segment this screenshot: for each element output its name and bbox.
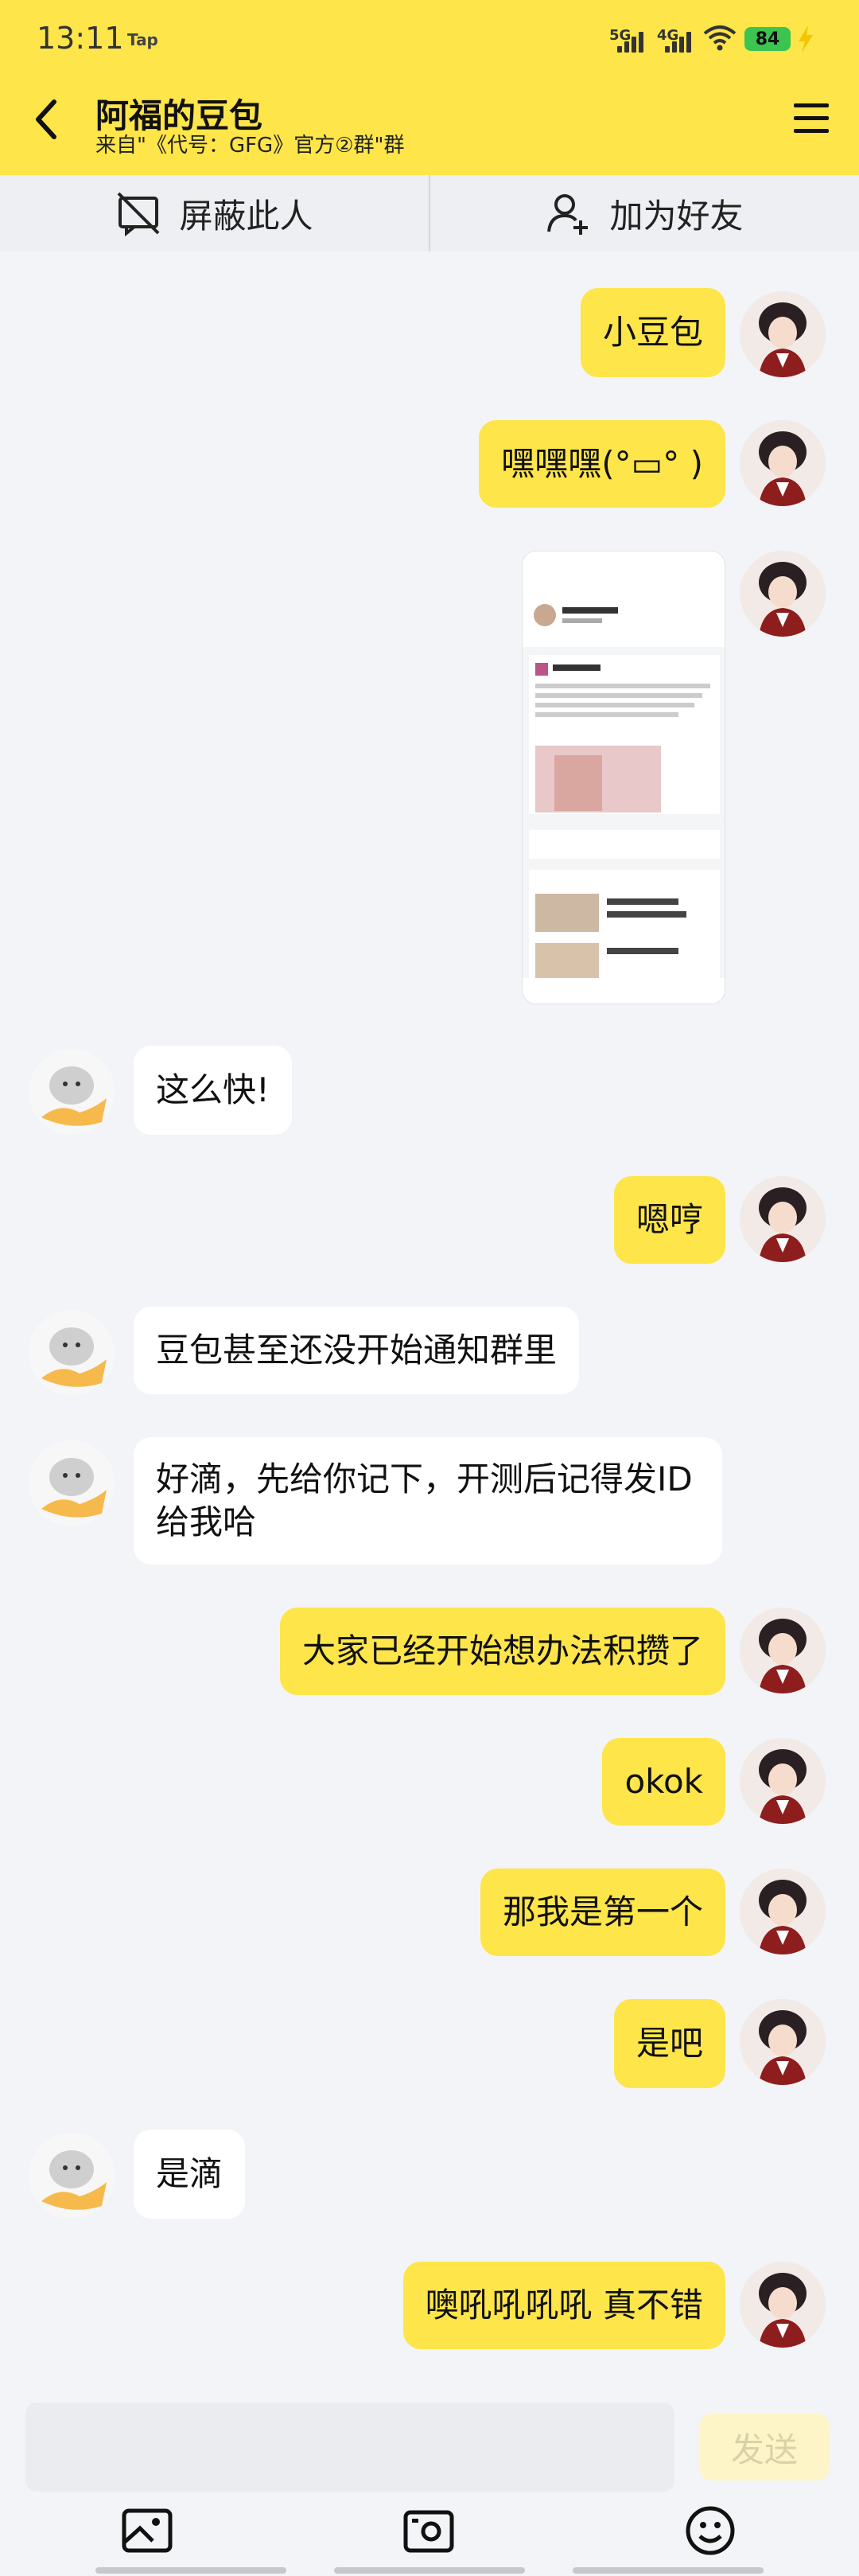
my-avatar[interactable]: [740, 420, 826, 506]
message-input[interactable]: [25, 2403, 674, 2492]
contact-avatar[interactable]: [29, 1049, 115, 1135]
message-bubble-me[interactable]: 嘿嘿嘿(°▭° ): [479, 420, 725, 508]
message-bubble-other[interactable]: 这么快!: [134, 1046, 292, 1135]
shared-screenshot-image[interactable]: [522, 551, 725, 1004]
message-bubble-me[interactable]: okok: [602, 1738, 725, 1826]
wifi-icon: [703, 25, 737, 51]
avatar-image: [740, 1608, 826, 1693]
input-bar: 发送: [0, 2383, 859, 2576]
contact-avatar[interactable]: [29, 1440, 115, 1526]
message-bubble-other[interactable]: 豆包甚至还没开始通知群里: [134, 1307, 580, 1394]
image-icon[interactable]: [119, 2503, 175, 2558]
contact-avatar[interactable]: [29, 2133, 115, 2219]
avatar-image: [740, 551, 826, 637]
status-app-tag: Tap: [127, 30, 158, 49]
top-bar: 13:11 Tap 5G 4G 84 阿福的豆包 来自"《代号：GFG》官方②群…: [0, 0, 859, 175]
camera-icon[interactable]: [401, 2503, 457, 2558]
status-time: 13:11: [37, 21, 124, 56]
back-arrow-icon[interactable]: [30, 95, 62, 143]
signal-5g-icon: [617, 27, 649, 53]
message-bubble-me[interactable]: 小豆包: [580, 288, 725, 377]
nav-indicator: [334, 2567, 525, 2574]
add-friend-label: 加为好友: [609, 196, 744, 236]
menu-icon[interactable]: [794, 103, 829, 135]
avatar-image: [740, 1999, 826, 2085]
avatar-image: [29, 2133, 115, 2219]
message-bubble-other[interactable]: 是滴: [134, 2130, 246, 2219]
my-avatar[interactable]: [740, 291, 826, 377]
avatar-image: [740, 1176, 826, 1262]
avatar-image: [740, 1869, 826, 1954]
avatar-image: [740, 291, 826, 377]
battery-indicator: 84: [744, 27, 791, 51]
contact-avatar[interactable]: [29, 1310, 115, 1396]
page-subtitle: 来自"《代号：GFG》官方②群"群: [95, 134, 405, 158]
message-bubble-other[interactable]: 好滴，先给你记下，开测后记得发ID给我哈: [134, 1437, 722, 1565]
block-icon: [118, 192, 160, 236]
avatar-image: [29, 1310, 115, 1396]
action-bar: 屏蔽此人 加为好友: [0, 175, 859, 251]
add-friend-icon: [547, 194, 589, 235]
status-bar: 13:11 Tap 5G 4G 84: [0, 0, 859, 80]
add-friend-button[interactable]: 加为好友: [430, 175, 859, 251]
my-avatar[interactable]: [740, 1999, 826, 2085]
send-button[interactable]: 发送: [700, 2414, 829, 2481]
signal-4g-icon: [665, 27, 697, 53]
message-bubble-me[interactable]: 是吧: [613, 1999, 725, 2088]
avatar-image: [29, 1440, 115, 1526]
my-avatar[interactable]: [740, 2262, 826, 2348]
charging-icon: [799, 25, 813, 53]
nav-indicator: [95, 2567, 286, 2574]
screenshot-thumbnail: [523, 551, 725, 1004]
my-avatar[interactable]: [740, 551, 826, 637]
my-avatar[interactable]: [740, 1176, 826, 1262]
message-bubble-me[interactable]: 噢吼吼吼吼 真不错: [402, 2262, 725, 2349]
message-bubble-me[interactable]: 嗯哼: [613, 1176, 725, 1264]
nav-indicator: [573, 2567, 764, 2574]
avatar-image: [740, 2262, 826, 2348]
my-avatar[interactable]: [740, 1738, 826, 1824]
avatar-image: [740, 420, 826, 506]
emoji-icon[interactable]: [682, 2503, 738, 2558]
avatar-image: [29, 1049, 115, 1135]
my-avatar[interactable]: [740, 1608, 826, 1693]
message-bubble-me[interactable]: 那我是第一个: [480, 1869, 725, 1956]
block-user-label: 屏蔽此人: [179, 196, 313, 236]
avatar-image: [740, 1738, 826, 1824]
message-bubble-me[interactable]: 大家已经开始想办法积攒了: [279, 1608, 725, 1695]
block-user-button[interactable]: 屏蔽此人: [0, 175, 430, 251]
my-avatar[interactable]: [740, 1869, 826, 1954]
